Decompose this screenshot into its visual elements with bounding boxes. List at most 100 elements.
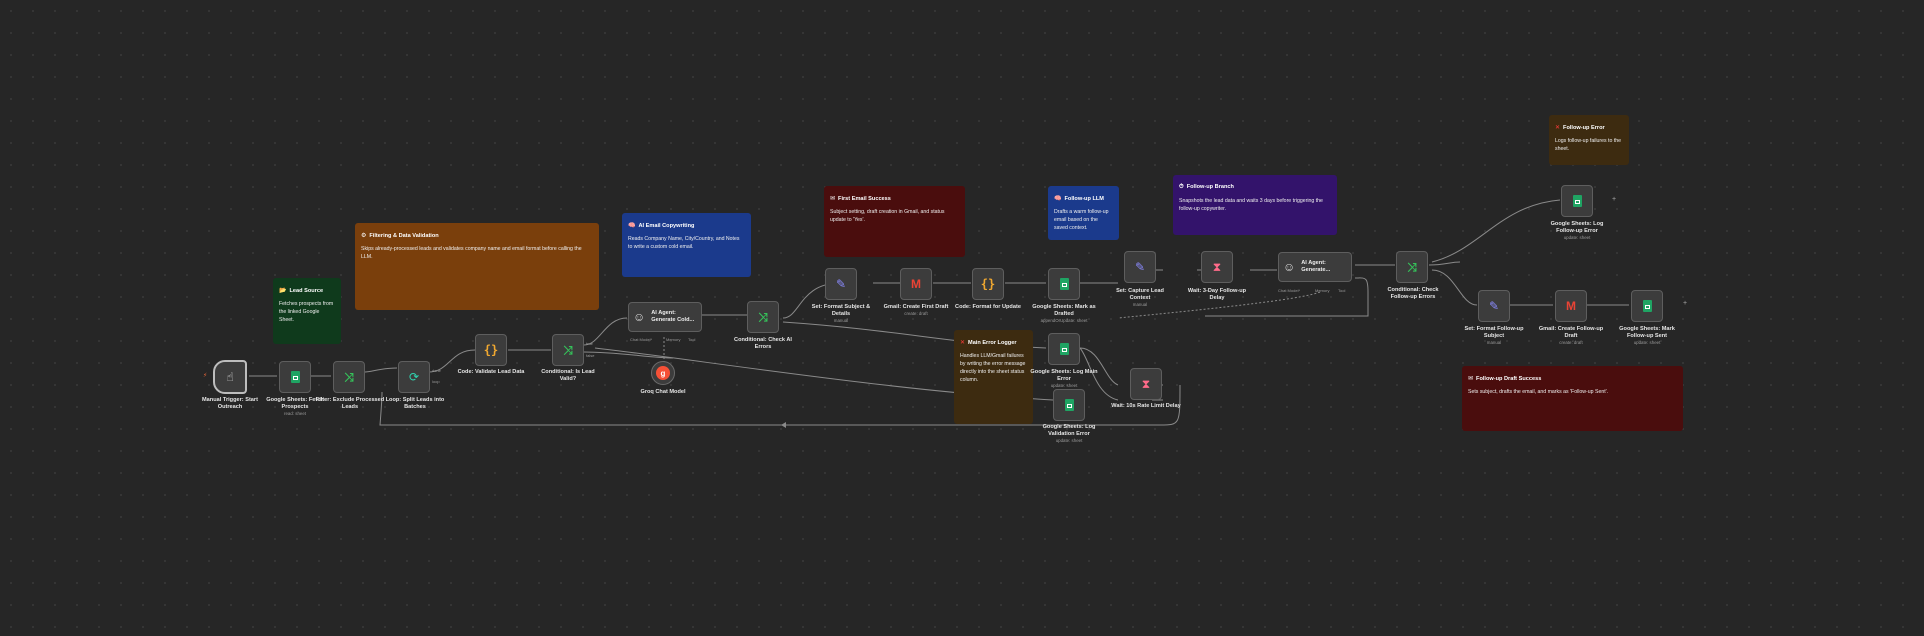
sticky-follow-up-branch[interactable]: ⏱ Follow-up Branch Snapshots the lead dat…	[1173, 175, 1337, 235]
node-code-update[interactable]: {}	[972, 268, 1004, 300]
port-label-chat-model: Chat Model*	[1278, 288, 1301, 293]
node-label: Code: Validate Lead Data	[457, 369, 525, 375]
sticky-follow-up-draft-success[interactable]: ✉ Follow-up Draft Success Sets subject, d…	[1462, 366, 1683, 431]
node-label: Google Sheets: Mark as Drafted	[1032, 304, 1096, 317]
node-code-validate[interactable]: {}	[475, 334, 507, 366]
code-icon: {}	[483, 343, 499, 357]
node-label: Code: Format for Update	[955, 304, 1021, 310]
close-icon: ✕	[1555, 125, 1561, 131]
node-label: Set: Format Follow-up Subject	[1464, 326, 1524, 339]
sticky-follow-up-llm[interactable]: 🧠 Follow-up LLM Drafts a warm follow-up e…	[1048, 186, 1119, 240]
robot-icon: ☺	[633, 310, 646, 324]
sheets-icon	[1642, 300, 1652, 312]
node-set-followup-subject[interactable]: ✎	[1478, 290, 1510, 322]
node-subtitle: update: sheet	[1633, 340, 1661, 345]
agent-label: AI Agent: Generate Cold...	[651, 310, 695, 323]
envelope-icon: ✉	[1468, 376, 1474, 382]
port-label-done: done	[432, 368, 441, 373]
edge	[1428, 261, 1461, 266]
node-label: Groq Chat Model	[640, 389, 686, 395]
sticky-body: Sets subject, drafts the email, and mark…	[1468, 389, 1609, 395]
sticky-title: AI Email Copywriting	[638, 223, 695, 229]
node-set-subject[interactable]: ✎	[825, 268, 857, 300]
port-label-tool: Tool	[688, 337, 696, 342]
workflow-canvas[interactable]: 📂 Lead Source Fetches prospects from the …	[0, 0, 1924, 636]
sticky-ai-copywriting[interactable]: 🧠 AI Email Copywriting Reads Company Name…	[622, 213, 751, 277]
sheets-icon	[1064, 399, 1074, 411]
port-label-false: false	[586, 353, 595, 358]
node-ai-agent-2[interactable]: ☺ AI Agent: Generate...	[1278, 252, 1352, 282]
node-sheets-log-main[interactable]	[1048, 333, 1080, 365]
sticky-title: Lead Source	[289, 288, 324, 294]
add-node-icon[interactable]: +	[1683, 300, 1687, 307]
sticky-body: Snapshots the lead data and waits 3 days…	[1179, 198, 1323, 212]
sticky-main-error-logger[interactable]: ✕ Main Error Logger Handles LLM/Gmail fai…	[954, 330, 1033, 424]
sticky-filtering[interactable]: ⚙ Filtering & Data Validation Skips alrea…	[355, 223, 599, 310]
hourglass-icon: ⧗	[1141, 377, 1151, 391]
timer-icon: ⏱	[1179, 184, 1184, 190]
node-groq[interactable]: g	[651, 361, 675, 385]
node-loop[interactable]: ⟳	[398, 361, 430, 393]
groq-icon: g	[656, 366, 670, 380]
port-label-tool: Tool	[1338, 288, 1346, 293]
hourglass-icon: ⧗	[1212, 260, 1222, 274]
sticky-follow-up-error[interactable]: ✕ Follow-up Error Logs follow-up failures…	[1549, 115, 1629, 165]
node-sheets-mark-drafted[interactable]	[1048, 268, 1080, 300]
node-wait-rate[interactable]: ⧗	[1130, 368, 1162, 400]
edge	[1431, 199, 1561, 263]
add-node-icon[interactable]: +	[1612, 196, 1616, 203]
branch-icon: ⤨	[758, 310, 768, 324]
node-if-ai-errors[interactable]: ⤨	[747, 301, 779, 333]
node-subtitle: read: sheet	[284, 411, 306, 416]
port-label-true: true	[586, 341, 593, 346]
node-sheets-log-followup[interactable]	[1561, 185, 1593, 217]
close-icon: ✕	[960, 340, 966, 346]
sticky-body: Drafts a warm follow-up email based on t…	[1054, 209, 1109, 231]
node-if-valid[interactable]: ⤨	[552, 334, 584, 366]
node-subtitle: appendOrUpdate: sheet	[1040, 318, 1088, 323]
loop-icon: ⟳	[408, 370, 420, 384]
node-label: Google Sheets: Log Validation Error	[1042, 424, 1096, 437]
node-subtitle: manual	[1132, 302, 1148, 307]
edge	[583, 351, 674, 359]
node-label: Conditional: Check AI Errors	[734, 337, 792, 350]
pencil-icon: ✎	[835, 277, 847, 291]
sticky-body: Reads Company Name, City/Country, and No…	[628, 236, 740, 250]
loop-back-arrow	[781, 422, 786, 428]
sticky-title: Follow-up Error	[1563, 125, 1605, 131]
gear-icon: ⚙	[361, 233, 367, 239]
node-if-followup-errors[interactable]: ⤨	[1396, 251, 1428, 283]
sticky-body: Handles LLM/Gmail failures by writing th…	[960, 353, 1026, 383]
sticky-first-email-success[interactable]: ✉ First Email Success Subject setting, dr…	[824, 186, 965, 257]
node-label: Set: Capture Lead Context	[1116, 288, 1164, 301]
sheets-icon	[290, 371, 300, 383]
agent-label: AI Agent: Generate...	[1301, 260, 1331, 273]
brain-icon: 🧠	[628, 223, 636, 229]
node-filter[interactable]: ⤨	[333, 361, 365, 393]
node-sheets-log-validation[interactable]	[1053, 389, 1085, 421]
node-wait-3day[interactable]: ⧗	[1201, 251, 1233, 283]
port-label-chat-model: Chat Model*	[630, 337, 653, 342]
node-gmail-followup[interactable]: M	[1555, 290, 1587, 322]
trigger-marker: ⚡	[203, 373, 208, 379]
node-sheets-mark-sent[interactable]	[1631, 290, 1663, 322]
node-subtitle: update: sheet	[1050, 383, 1078, 388]
folder-icon: 📂	[279, 288, 287, 294]
node-ai-agent-1[interactable]: ☺ AI Agent: Generate Cold...	[628, 302, 702, 332]
node-label: Wait: 3-Day Follow-up Delay	[1187, 288, 1247, 301]
node-label: Manual Trigger: Start Outreach	[202, 397, 258, 410]
sticky-lead-source[interactable]: 📂 Lead Source Fetches prospects from the …	[273, 278, 341, 344]
robot-icon: ☺	[1283, 260, 1296, 274]
sticky-title: Follow-up Draft Success	[1476, 376, 1542, 382]
node-gmail-draft[interactable]: M	[900, 268, 932, 300]
node-subtitle: create: draft	[904, 311, 928, 316]
node-label: Conditional: Is Lead Valid?	[541, 369, 595, 382]
node-sheets-fetch[interactable]	[279, 361, 311, 393]
node-set-capture[interactable]: ✎	[1124, 251, 1156, 283]
node-manual-trigger[interactable]: ☝	[213, 360, 247, 394]
edge	[364, 367, 398, 373]
node-label: Set: Format Subject & Details	[811, 304, 871, 317]
node-label: Conditional: Check Follow-up Errors	[1387, 287, 1439, 300]
filter-icon: ⤨	[344, 370, 354, 384]
sheets-icon	[1059, 343, 1069, 355]
